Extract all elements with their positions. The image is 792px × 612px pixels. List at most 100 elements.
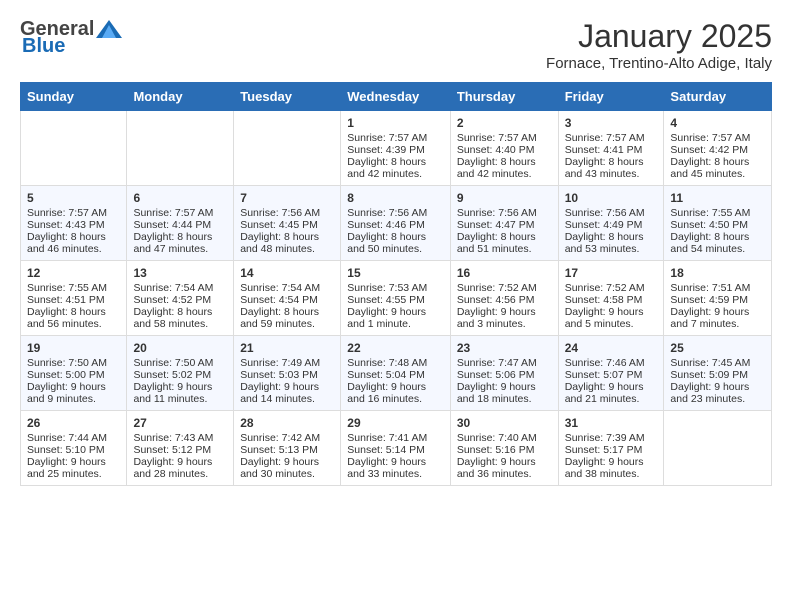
sunset-text: Sunset: 5:07 PM xyxy=(565,369,658,381)
sunrise-text: Sunrise: 7:54 AM xyxy=(240,282,334,294)
day-number: 3 xyxy=(565,116,658,130)
sunset-text: Sunset: 4:55 PM xyxy=(347,294,444,306)
sunset-text: Sunset: 4:47 PM xyxy=(457,219,552,231)
sunset-text: Sunset: 4:50 PM xyxy=(670,219,765,231)
week-row-2: 5Sunrise: 7:57 AMSunset: 4:43 PMDaylight… xyxy=(21,186,772,261)
logo-icon xyxy=(96,20,122,38)
sunrise-text: Sunrise: 7:52 AM xyxy=(565,282,658,294)
daylight-text: Daylight: 9 hours and 5 minutes. xyxy=(565,306,658,330)
day-number: 26 xyxy=(27,416,120,430)
day-number: 17 xyxy=(565,266,658,280)
calendar-cell: 24Sunrise: 7:46 AMSunset: 5:07 PMDayligh… xyxy=(558,336,664,411)
daylight-text: Daylight: 9 hours and 25 minutes. xyxy=(27,456,120,480)
daylight-text: Daylight: 8 hours and 47 minutes. xyxy=(133,231,227,255)
sunset-text: Sunset: 4:59 PM xyxy=(670,294,765,306)
logo: General Blue xyxy=(20,18,122,58)
day-number: 7 xyxy=(240,191,334,205)
day-number: 9 xyxy=(457,191,552,205)
weekday-monday: Monday xyxy=(127,83,234,111)
sunset-text: Sunset: 5:02 PM xyxy=(133,369,227,381)
calendar-cell: 30Sunrise: 7:40 AMSunset: 5:16 PMDayligh… xyxy=(450,411,558,486)
daylight-text: Daylight: 8 hours and 43 minutes. xyxy=(565,156,658,180)
day-number: 29 xyxy=(347,416,444,430)
daylight-text: Daylight: 9 hours and 14 minutes. xyxy=(240,381,334,405)
sunrise-text: Sunrise: 7:52 AM xyxy=(457,282,552,294)
sunset-text: Sunset: 5:00 PM xyxy=(27,369,120,381)
sunrise-text: Sunrise: 7:48 AM xyxy=(347,357,444,369)
sunset-text: Sunset: 5:13 PM xyxy=(240,444,334,456)
daylight-text: Daylight: 9 hours and 33 minutes. xyxy=(347,456,444,480)
day-number: 23 xyxy=(457,341,552,355)
day-number: 27 xyxy=(133,416,227,430)
calendar-cell: 14Sunrise: 7:54 AMSunset: 4:54 PMDayligh… xyxy=(234,261,341,336)
calendar-cell: 31Sunrise: 7:39 AMSunset: 5:17 PMDayligh… xyxy=(558,411,664,486)
day-number: 14 xyxy=(240,266,334,280)
day-number: 1 xyxy=(347,116,444,130)
calendar-cell: 21Sunrise: 7:49 AMSunset: 5:03 PMDayligh… xyxy=(234,336,341,411)
sunset-text: Sunset: 4:43 PM xyxy=(27,219,120,231)
sunset-text: Sunset: 4:42 PM xyxy=(670,144,765,156)
sunrise-text: Sunrise: 7:43 AM xyxy=(133,432,227,444)
calendar-cell xyxy=(664,411,772,486)
sunset-text: Sunset: 4:46 PM xyxy=(347,219,444,231)
day-number: 19 xyxy=(27,341,120,355)
day-number: 8 xyxy=(347,191,444,205)
weekday-header-row: SundayMondayTuesdayWednesdayThursdayFrid… xyxy=(21,83,772,111)
daylight-text: Daylight: 9 hours and 28 minutes. xyxy=(133,456,227,480)
sunrise-text: Sunrise: 7:54 AM xyxy=(133,282,227,294)
day-number: 5 xyxy=(27,191,120,205)
calendar-cell: 10Sunrise: 7:56 AMSunset: 4:49 PMDayligh… xyxy=(558,186,664,261)
daylight-text: Daylight: 8 hours and 56 minutes. xyxy=(27,306,120,330)
daylight-text: Daylight: 8 hours and 51 minutes. xyxy=(457,231,552,255)
sunset-text: Sunset: 4:40 PM xyxy=(457,144,552,156)
sunrise-text: Sunrise: 7:44 AM xyxy=(27,432,120,444)
location-title: Fornace, Trentino-Alto Adige, Italy xyxy=(546,55,772,72)
daylight-text: Daylight: 9 hours and 38 minutes. xyxy=(565,456,658,480)
daylight-text: Daylight: 9 hours and 21 minutes. xyxy=(565,381,658,405)
daylight-text: Daylight: 8 hours and 59 minutes. xyxy=(240,306,334,330)
weekday-thursday: Thursday xyxy=(450,83,558,111)
weekday-friday: Friday xyxy=(558,83,664,111)
sunrise-text: Sunrise: 7:56 AM xyxy=(457,207,552,219)
weekday-wednesday: Wednesday xyxy=(341,83,451,111)
sunset-text: Sunset: 4:39 PM xyxy=(347,144,444,156)
calendar-cell: 26Sunrise: 7:44 AMSunset: 5:10 PMDayligh… xyxy=(21,411,127,486)
calendar-cell: 9 Sunrise: 7:56 AMSunset: 4:47 PMDaylight… xyxy=(450,186,558,261)
sunrise-text: Sunrise: 7:50 AM xyxy=(133,357,227,369)
sunrise-text: Sunrise: 7:57 AM xyxy=(670,132,765,144)
calendar-cell: 16Sunrise: 7:52 AMSunset: 4:56 PMDayligh… xyxy=(450,261,558,336)
sunrise-text: Sunrise: 7:42 AM xyxy=(240,432,334,444)
sunset-text: Sunset: 5:12 PM xyxy=(133,444,227,456)
day-number: 31 xyxy=(565,416,658,430)
day-number: 25 xyxy=(670,341,765,355)
sunrise-text: Sunrise: 7:57 AM xyxy=(457,132,552,144)
weekday-saturday: Saturday xyxy=(664,83,772,111)
calendar-cell: 18Sunrise: 7:51 AMSunset: 4:59 PMDayligh… xyxy=(664,261,772,336)
week-row-4: 19Sunrise: 7:50 AMSunset: 5:00 PMDayligh… xyxy=(21,336,772,411)
calendar-cell: 12Sunrise: 7:55 AMSunset: 4:51 PMDayligh… xyxy=(21,261,127,336)
sunrise-text: Sunrise: 7:40 AM xyxy=(457,432,552,444)
sunrise-text: Sunrise: 7:49 AM xyxy=(240,357,334,369)
day-number: 10 xyxy=(565,191,658,205)
sunset-text: Sunset: 5:03 PM xyxy=(240,369,334,381)
sunrise-text: Sunrise: 7:56 AM xyxy=(565,207,658,219)
daylight-text: Daylight: 9 hours and 30 minutes. xyxy=(240,456,334,480)
sunset-text: Sunset: 4:52 PM xyxy=(133,294,227,306)
calendar-table: SundayMondayTuesdayWednesdayThursdayFrid… xyxy=(20,82,772,486)
daylight-text: Daylight: 8 hours and 53 minutes. xyxy=(565,231,658,255)
daylight-text: Daylight: 8 hours and 46 minutes. xyxy=(27,231,120,255)
sunset-text: Sunset: 4:58 PM xyxy=(565,294,658,306)
logo-blue: Blue xyxy=(22,35,65,58)
sunrise-text: Sunrise: 7:47 AM xyxy=(457,357,552,369)
calendar-cell: 17 Sunrise: 7:52 AMSunset: 4:58 PMDayligh… xyxy=(558,261,664,336)
sunrise-text: Sunrise: 7:57 AM xyxy=(565,132,658,144)
calendar-cell: 25Sunrise: 7:45 AMSunset: 5:09 PMDayligh… xyxy=(664,336,772,411)
day-number: 4 xyxy=(670,116,765,130)
daylight-text: Daylight: 9 hours and 9 minutes. xyxy=(27,381,120,405)
calendar-cell: 3Sunrise: 7:57 AMSunset: 4:41 PMDaylight… xyxy=(558,111,664,186)
sunrise-text: Sunrise: 7:57 AM xyxy=(133,207,227,219)
calendar-cell: 22Sunrise: 7:48 AMSunset: 5:04 PMDayligh… xyxy=(341,336,451,411)
day-number: 20 xyxy=(133,341,227,355)
daylight-text: Daylight: 9 hours and 23 minutes. xyxy=(670,381,765,405)
sunset-text: Sunset: 4:44 PM xyxy=(133,219,227,231)
